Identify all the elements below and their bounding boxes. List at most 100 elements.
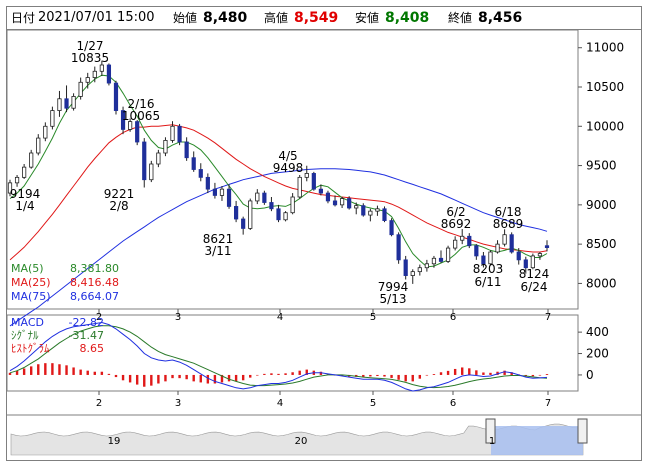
y-tick-label: 8000: [586, 276, 617, 290]
y-tick-label: 9000: [586, 198, 617, 212]
candle: [85, 77, 90, 83]
histogram-bar: [199, 374, 202, 383]
candle: [325, 192, 331, 202]
candle: [205, 176, 210, 190]
histogram-bar: [369, 374, 372, 377]
x-tick-label: 5: [370, 312, 376, 323]
annotation-value: 8203: [473, 262, 504, 276]
histogram-bar: [241, 374, 245, 381]
ma25-line: [9, 124, 548, 261]
histogram-bar: [121, 374, 125, 381]
candle: [92, 70, 97, 78]
candle: [269, 202, 274, 210]
histogram-bar: [72, 367, 75, 375]
histogram-bar: [128, 374, 132, 383]
candle: [156, 152, 161, 165]
candle: [438, 257, 444, 262]
candle: [403, 259, 408, 276]
y-tick-label: 9500: [586, 159, 617, 173]
annotation-date: 1/4: [15, 199, 34, 213]
candle: [495, 243, 500, 253]
macd-y-tick-label: 400: [586, 325, 609, 339]
histogram-bar: [376, 374, 379, 377]
candle: [361, 205, 366, 216]
histogram-bar: [192, 374, 195, 382]
histogram-bar: [482, 372, 485, 375]
candle: [431, 257, 437, 265]
annotation-value: 8692: [441, 217, 472, 231]
candle: [283, 212, 288, 221]
candle: [474, 245, 479, 257]
x-tick-label: 6: [450, 312, 456, 323]
histogram-bar: [404, 374, 407, 382]
annotation-value: 8124: [519, 267, 550, 281]
candle: [113, 82, 119, 111]
histogram-bar: [397, 374, 400, 380]
candle: [64, 98, 69, 109]
navigator-handle-right[interactable]: [577, 418, 588, 444]
candle: [516, 251, 521, 261]
candle: [184, 141, 189, 159]
histogram-bar: [277, 373, 280, 375]
histogram-bar: [164, 374, 167, 382]
candle: [460, 235, 465, 241]
histogram-bar: [531, 374, 535, 377]
histogram-bar: [100, 371, 104, 375]
candle: [290, 196, 295, 214]
macd-legend-value: -22.82: [69, 316, 104, 329]
candle: [36, 137, 41, 154]
candle: [50, 110, 55, 127]
histogram-bar: [171, 374, 174, 379]
candle: [78, 81, 83, 97]
candle: [396, 234, 401, 261]
candle: [149, 163, 154, 181]
candle: [99, 64, 104, 72]
ma-legend-label: MA(25): [11, 276, 51, 289]
x-tick-label: 4: [277, 398, 283, 409]
histogram-bar: [185, 374, 188, 380]
candle: [509, 234, 514, 253]
candle: [382, 208, 387, 221]
candle: [276, 208, 281, 221]
candle: [368, 210, 373, 216]
annotation-value: 10065: [122, 109, 160, 123]
candle: [241, 218, 246, 229]
candle: [14, 176, 20, 184]
macd-legend-label: ﾋｽﾄｸﾞﾗﾑ: [11, 342, 50, 355]
candle: [375, 208, 380, 212]
candle: [106, 64, 112, 84]
histogram-bar: [468, 368, 471, 375]
histogram-bar: [383, 374, 386, 377]
histogram-bar: [453, 368, 457, 375]
histogram-bar: [178, 374, 181, 379]
candle: [530, 255, 535, 269]
macd-y-tick-label: 200: [586, 347, 609, 361]
candle: [318, 188, 323, 194]
histogram-bar: [51, 363, 54, 375]
candle: [177, 125, 182, 143]
ma-legend-label: MA(75): [11, 290, 51, 303]
y-tick-label: 10000: [586, 119, 624, 133]
candle: [417, 267, 422, 273]
navigator-label: 20: [295, 436, 308, 447]
candle: [339, 198, 345, 206]
histogram-bar: [143, 374, 146, 387]
histogram-bar: [432, 374, 436, 375]
candle: [142, 141, 147, 181]
candle: [424, 263, 429, 269]
x-tick-label: 3: [175, 312, 181, 323]
histogram-bar: [439, 372, 443, 375]
navigator-window[interactable]: [491, 426, 583, 455]
candle: [57, 98, 62, 111]
histogram-bar: [135, 374, 139, 385]
histogram-bar: [538, 374, 542, 376]
histogram-bar: [227, 374, 231, 382]
ma-legend-value: 8,664.07: [70, 290, 119, 303]
annotation-value: 10835: [71, 51, 109, 65]
x-tick-label: 3: [175, 398, 181, 409]
candle: [453, 239, 458, 249]
histogram-bar: [213, 374, 217, 384]
candle: [311, 173, 316, 190]
histogram-bar: [234, 374, 238, 382]
macd-legend-value: -31.47: [69, 329, 104, 342]
